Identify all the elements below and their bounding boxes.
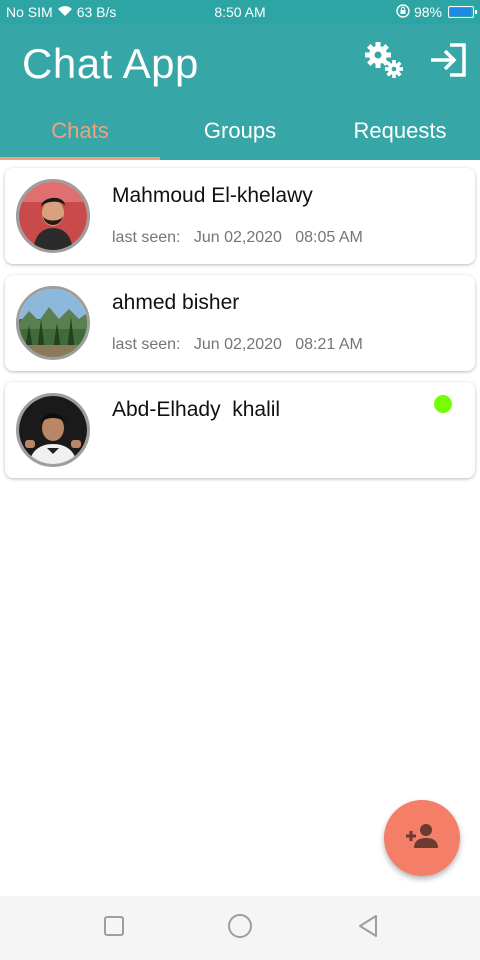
chat-item[interactable]: Mahmoud El-khelawy last seen: Jun 02,202…	[5, 168, 475, 264]
tab-bar: Chats Groups Requests	[0, 112, 480, 160]
last-seen-time: 08:21 AM	[295, 336, 363, 353]
last-seen-label: last seen:	[112, 229, 181, 246]
app-title: Chat App	[22, 40, 199, 87]
online-status-indicator	[434, 395, 452, 413]
last-seen-date: Jun 02,2020	[193, 336, 282, 353]
back-button[interactable]	[356, 914, 380, 943]
logout-button[interactable]	[426, 40, 470, 84]
app-bar: Chat App Chats Groups Requests	[0, 24, 480, 160]
tab-groups[interactable]: Groups	[160, 112, 320, 160]
add-friend-button[interactable]	[384, 800, 460, 876]
rotation-lock-icon	[396, 3, 410, 21]
battery-fill	[450, 8, 471, 16]
last-seen-label: last seen:	[112, 336, 181, 353]
tab-label: Chats	[51, 118, 109, 143]
last-seen-date: Jun 02,2020	[193, 229, 282, 246]
active-tab-indicator	[0, 157, 160, 160]
add-person-icon	[405, 823, 439, 854]
avatar	[16, 179, 90, 253]
status-bar: No SIM 63 B/s 8:50 AM 98%	[0, 0, 480, 24]
tab-requests[interactable]: Requests	[320, 112, 480, 160]
tab-label: Requests	[353, 118, 447, 143]
status-left: No SIM 63 B/s	[6, 4, 166, 20]
tab-label: Groups	[203, 118, 277, 143]
avatar	[16, 393, 90, 467]
circle-icon	[227, 913, 253, 944]
home-button[interactable]	[228, 913, 252, 940]
system-navigation-bar	[0, 896, 480, 960]
back-triangle-icon	[356, 914, 380, 943]
contact-name: Abd-Elhady khalil	[112, 398, 281, 421]
carrier-text: No SIM	[6, 4, 53, 20]
wifi-icon	[57, 4, 73, 20]
recent-apps-button[interactable]	[102, 915, 126, 942]
avatar	[16, 286, 90, 360]
settings-gears-icon	[363, 39, 405, 86]
contact-name: Mahmoud El-khelawy	[112, 184, 313, 207]
logout-arrow-icon	[428, 42, 468, 83]
contact-name: ahmed bisher	[112, 291, 240, 314]
battery-text: 98%	[413, 4, 442, 20]
last-seen-time: 08:05 AM	[295, 229, 363, 246]
square-icon	[103, 915, 125, 942]
chat-item[interactable]: Abd-Elhady khalil	[5, 382, 475, 478]
clock-text: 8:50 AM	[214, 4, 266, 20]
last-seen-row: last seen: Jun 02,2020 08:05 AM	[112, 229, 363, 247]
last-seen-row: last seen: Jun 02,2020 08:21 AM	[112, 336, 363, 354]
network-speed-text: 63 B/s	[76, 4, 117, 20]
tab-chats[interactable]: Chats	[0, 112, 160, 160]
status-right: 98%	[314, 3, 477, 21]
chat-item[interactable]: ahmed bisher last seen: Jun 02,2020 08:2…	[5, 275, 475, 371]
battery-icon	[448, 6, 477, 18]
settings-button[interactable]	[362, 40, 406, 84]
